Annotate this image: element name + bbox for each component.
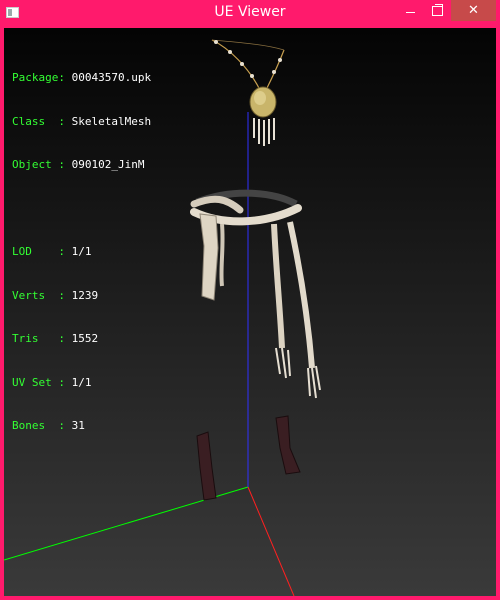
info-row-tris: Tris : 1552 — [12, 332, 99, 345]
info-row-object: Object : 090102_JinM — [12, 158, 145, 171]
info-row-uvset: UV Set : 1/1 — [12, 375, 92, 389]
minimize-icon — [405, 12, 415, 13]
info-row-verts: Verts : 1239 — [12, 288, 99, 302]
title-bar[interactable]: UE Viewer ✕ — [0, 0, 500, 28]
belt-mesh — [190, 189, 321, 399]
axis-y-line — [247, 486, 295, 596]
app-window: UE Viewer ✕ Package: 00043570.upk Class … — [0, 0, 500, 600]
minimize-button[interactable] — [396, 0, 424, 21]
close-button[interactable]: ✕ — [451, 0, 496, 21]
maximize-button[interactable] — [424, 0, 451, 21]
3d-viewport[interactable]: Package: 00043570.upk Class : SkeletalMe… — [4, 28, 496, 596]
info-row-package: Package: 00043570.upk — [12, 71, 152, 84]
close-icon: ✕ — [468, 3, 479, 18]
mesh-info-overlay: Package: 00043570.upk Class : SkeletalMe… — [12, 42, 151, 463]
maximize-icon — [432, 3, 443, 16]
info-row-class: Class : SkeletalMesh — [12, 114, 152, 128]
info-row-lod: LOD : 1/1 — [12, 245, 92, 258]
info-row-bones: Bones : 31 — [12, 419, 85, 432]
